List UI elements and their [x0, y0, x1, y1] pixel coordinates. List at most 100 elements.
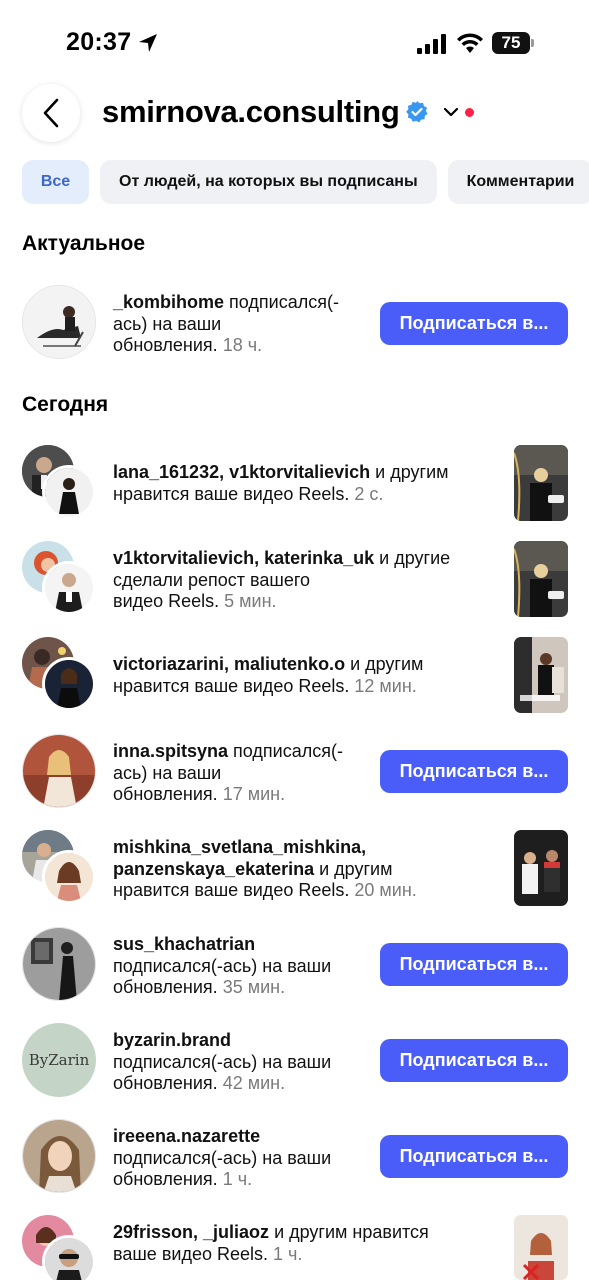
username[interactable]: v1ktorvitalievich, katerinka_uk: [113, 548, 374, 568]
reel-thumbnail[interactable]: [514, 445, 568, 521]
location-arrow-icon: [139, 34, 157, 52]
chip-comments[interactable]: Комментарии: [447, 160, 589, 204]
notification-text: lana_161232, v1ktorvitalievich и другим …: [113, 462, 449, 505]
avatar-front[interactable]: [42, 657, 96, 711]
avatar-front[interactable]: [42, 1235, 96, 1280]
avatar-image: [45, 660, 93, 708]
reel-thumbnail[interactable]: [514, 1215, 568, 1280]
username[interactable]: 29frisson, _juliaoz: [113, 1222, 269, 1242]
timestamp: 42 мин.: [217, 1073, 286, 1093]
chip-following[interactable]: От людей, на которых вы подписаны: [100, 160, 437, 204]
text-line: подписался(-ась) на ваши: [113, 1051, 332, 1072]
avatar-image: [23, 928, 95, 1000]
reel-preview-image: [514, 445, 568, 521]
status-bar: 20:37 75: [0, 0, 589, 88]
status-time: 20:37: [66, 28, 132, 56]
avatar-image: [45, 853, 93, 901]
username[interactable]: _kombihome: [113, 292, 224, 312]
username[interactable]: sus_khachatrian: [113, 934, 255, 954]
avatar-front[interactable]: [42, 561, 96, 615]
text-line: обновления.: [113, 1073, 218, 1093]
reel-preview-image: [514, 1215, 568, 1280]
reel-thumbnail[interactable]: [514, 637, 568, 713]
avatar-image: [23, 735, 95, 807]
avatar-front[interactable]: [42, 850, 96, 904]
text-line: сделали репост вашего: [113, 569, 311, 590]
timestamp: 12 мин.: [349, 675, 417, 696]
verified-badge-icon: [406, 101, 429, 123]
notification-text: ireeena.nazarette подписался(-ась) на ва…: [113, 1126, 331, 1191]
follow-button[interactable]: Подписаться в...: [380, 1039, 568, 1082]
avatar-image: [45, 564, 93, 612]
text-line: обновления.: [113, 977, 218, 997]
avatar-image: [23, 286, 95, 358]
text-fragment: подписался(-: [224, 292, 339, 312]
timestamp: 17 мин.: [217, 784, 286, 804]
avatar-image: [45, 1238, 93, 1280]
avatar-image: [23, 1120, 95, 1192]
username[interactable]: ireeena.nazarette: [113, 1126, 260, 1146]
notification-text: sus_khachatrian подписался(-ась) на ваши…: [113, 934, 331, 999]
username[interactable]: panzenskaya_ekaterina: [113, 859, 314, 879]
reel-preview-image: [514, 541, 568, 617]
text-line: ваше видео Reels.: [113, 1243, 268, 1264]
section-title-relevant: Актуальное: [22, 232, 146, 255]
timestamp: 1 ч.: [268, 1243, 303, 1264]
avatar[interactable]: [22, 1119, 96, 1193]
timestamp: 1 ч.: [217, 1169, 253, 1189]
avatar[interactable]: [22, 927, 96, 1001]
notification-dot: [465, 107, 475, 117]
username[interactable]: victoriazarini, maliutenko.o: [113, 654, 345, 674]
chevron-left-icon: [43, 98, 59, 128]
notification-text: byzarin.brand подписался(-ась) на ваши о…: [113, 1030, 331, 1095]
follow-button[interactable]: Подписаться в...: [380, 750, 568, 793]
timestamp: 20 мин.: [349, 880, 417, 900]
notification-text: mishkina_svetlana_mishkina, panzenskaya_…: [113, 837, 417, 902]
text-fragment: и другие: [374, 548, 451, 568]
text-line: обновления.: [113, 784, 218, 804]
reel-preview-image: [514, 830, 568, 906]
follow-button[interactable]: Подписаться в...: [380, 943, 568, 986]
text-line: видео Reels.: [113, 591, 220, 611]
avatar-image: [45, 468, 93, 516]
notification-text: v1ktorvitalievich, katerinka_uk и другие…: [113, 548, 450, 613]
timestamp: 35 мин.: [217, 977, 286, 997]
avatar-logo-text: ByZarin: [28, 1051, 90, 1069]
avatar-front[interactable]: [42, 465, 96, 519]
username[interactable]: lana_161232, v1ktorvitalievich: [113, 462, 370, 482]
reel-thumbnail[interactable]: [514, 541, 568, 617]
notification-text: 29frisson, _juliaoz и другим нравится ва…: [113, 1222, 429, 1265]
battery-indicator: 75: [492, 32, 534, 54]
username[interactable]: mishkina_svetlana_mishkina,: [113, 837, 366, 857]
avatar[interactable]: [22, 285, 96, 359]
follow-button[interactable]: Подписаться в...: [380, 302, 568, 345]
text-line: нравится ваше видео Reels.: [113, 675, 350, 696]
account-switcher[interactable]: smirnova.consulting: [102, 94, 475, 130]
text-line: нравится ваше видео Reels.: [113, 880, 350, 900]
notification-text: inna.spitsyna подписался(- ась) на ваши …: [113, 741, 343, 806]
text-line: подписался(-ась) на ваши: [113, 955, 332, 976]
timestamp: 5 мин.: [219, 591, 277, 611]
text-fragment: и другим нравится: [269, 1222, 429, 1242]
text-line: подписался(-ась) на ваши: [113, 1147, 332, 1168]
notification-text: victoriazarini, maliutenko.o и другим нр…: [113, 654, 423, 697]
avatar[interactable]: [22, 734, 96, 808]
reel-thumbnail[interactable]: [514, 830, 568, 906]
battery-tip: [531, 39, 534, 47]
text-fragment: и другим: [314, 858, 393, 879]
battery-level: 75: [492, 32, 530, 54]
wifi-icon: [457, 33, 483, 53]
page-title: smirnova.consulting: [102, 94, 400, 129]
chip-all[interactable]: Все: [22, 160, 89, 204]
timestamp: 18 ч.: [217, 335, 263, 355]
text-fragment: подписался(-: [228, 741, 343, 761]
text-fragment: и другим: [370, 462, 449, 482]
back-button[interactable]: [22, 84, 80, 142]
text-line: обновления.: [113, 335, 218, 355]
chevron-down-icon: [444, 107, 459, 117]
username[interactable]: inna.spitsyna: [113, 741, 228, 761]
follow-button[interactable]: Подписаться в...: [380, 1135, 568, 1178]
username[interactable]: byzarin.brand: [113, 1030, 231, 1050]
avatar[interactable]: ByZarin: [22, 1023, 96, 1097]
text-line: ась) на ваши: [113, 313, 222, 334]
